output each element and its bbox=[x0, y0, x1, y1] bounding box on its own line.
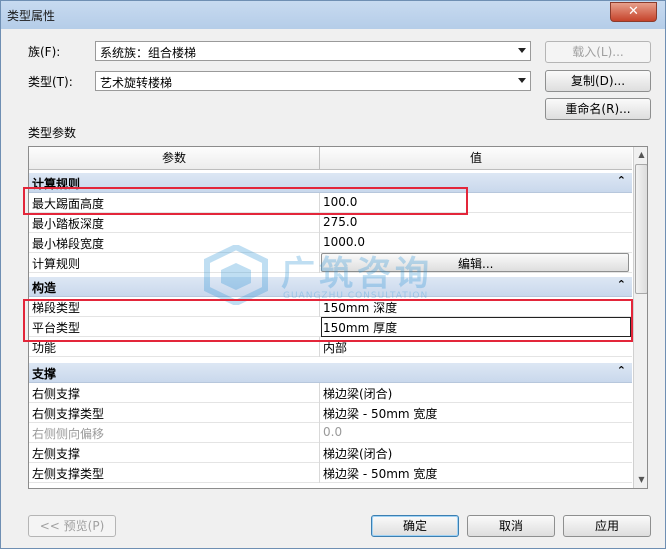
highlight-box bbox=[23, 299, 633, 342]
title-bar: 类型属性 ✕ bbox=[1, 1, 665, 29]
family-label: 族(F): bbox=[28, 45, 61, 59]
param-name: 最小踏板深度 bbox=[32, 217, 105, 231]
param-value[interactable]: 梯边梁(闭合) bbox=[323, 385, 392, 402]
family-value: 系统族：组合楼梯 bbox=[100, 46, 197, 60]
type-label: 类型(T): bbox=[28, 75, 73, 89]
table-row: 右侧侧向偏移 0.0 bbox=[29, 423, 632, 443]
dropdown-arrow-icon bbox=[518, 78, 526, 83]
dialog-title: 类型属性 bbox=[7, 9, 56, 23]
group-label: 构造 bbox=[32, 281, 57, 295]
scroll-down-icon[interactable]: ▼ bbox=[634, 472, 647, 488]
param-name: 最小梯段宽度 bbox=[32, 237, 105, 251]
dropdown-arrow-icon bbox=[518, 48, 526, 53]
load-button[interactable]: 载入(L)... bbox=[545, 41, 651, 63]
param-value[interactable]: 梯边梁(闭合) bbox=[323, 445, 392, 462]
ok-button[interactable]: 确定 bbox=[371, 515, 459, 537]
param-name: 计算规则 bbox=[32, 257, 81, 271]
preview-button[interactable]: << 预览(P) bbox=[28, 515, 116, 537]
collapse-icon[interactable]: ⌃ bbox=[617, 364, 626, 377]
param-value[interactable]: 275.0 bbox=[323, 215, 357, 229]
param-name: 右侧支撑类型 bbox=[32, 407, 105, 421]
watermark-text: 广筑咨询 bbox=[281, 254, 433, 294]
scroll-up-icon[interactable]: ▲ bbox=[634, 147, 647, 163]
collapse-icon[interactable]: ⌃ bbox=[617, 278, 626, 291]
param-name: 左侧支撑 bbox=[32, 447, 81, 461]
table-row[interactable]: 右侧支撑 梯边梁(闭合) bbox=[29, 383, 632, 403]
duplicate-button[interactable]: 复制(D)... bbox=[545, 70, 651, 92]
highlight-box bbox=[23, 187, 468, 215]
param-name: 右侧支撑 bbox=[32, 387, 81, 401]
table-row[interactable]: 右侧支撑类型 梯边梁 - 50mm 宽度 bbox=[29, 403, 632, 423]
grid-header: 参数 值 bbox=[29, 147, 632, 170]
grid-scrollbar[interactable]: ▲ ▼ bbox=[633, 147, 647, 488]
close-icon: ✕ bbox=[628, 4, 639, 19]
type-combo[interactable]: 艺术旋转楼梯 bbox=[95, 71, 531, 91]
group-label: 支撑 bbox=[32, 367, 57, 381]
collapse-icon[interactable]: ⌃ bbox=[617, 174, 626, 187]
watermark-logo-icon bbox=[204, 245, 268, 305]
close-button[interactable]: ✕ bbox=[610, 2, 657, 22]
family-combo[interactable]: 系统族：组合楼梯 bbox=[95, 41, 531, 61]
type-properties-dialog: 类型属性 ✕ 族(F): 系统族：组合楼梯 载入(L)... 类型(T): 艺术… bbox=[0, 0, 666, 549]
column-header-value[interactable]: 值 bbox=[320, 147, 632, 170]
type-value: 艺术旋转楼梯 bbox=[100, 76, 173, 90]
scroll-thumb[interactable] bbox=[635, 164, 647, 294]
type-parameters-label: 类型参数 bbox=[28, 126, 77, 140]
rename-button[interactable]: 重命名(R)... bbox=[545, 98, 651, 120]
param-name: 右侧侧向偏移 bbox=[32, 427, 105, 441]
param-value: 0.0 bbox=[323, 425, 343, 439]
param-value[interactable]: 梯边梁 - 50mm 宽度 bbox=[323, 405, 437, 422]
table-row[interactable]: 最小踏板深度 275.0 bbox=[29, 213, 632, 233]
column-header-param[interactable]: 参数 bbox=[29, 147, 320, 170]
group-supports[interactable]: 支撑 ⌃ bbox=[29, 363, 632, 383]
param-name: 左侧支撑类型 bbox=[32, 467, 105, 481]
cancel-button[interactable]: 取消 bbox=[467, 515, 555, 537]
table-row[interactable]: 左侧支撑类型 梯边梁 - 50mm 宽度 bbox=[29, 463, 632, 483]
apply-button[interactable]: 应用 bbox=[563, 515, 651, 537]
param-value[interactable]: 梯边梁 - 50mm 宽度 bbox=[323, 465, 437, 482]
table-row[interactable]: 左侧支撑 梯边梁(闭合) bbox=[29, 443, 632, 463]
